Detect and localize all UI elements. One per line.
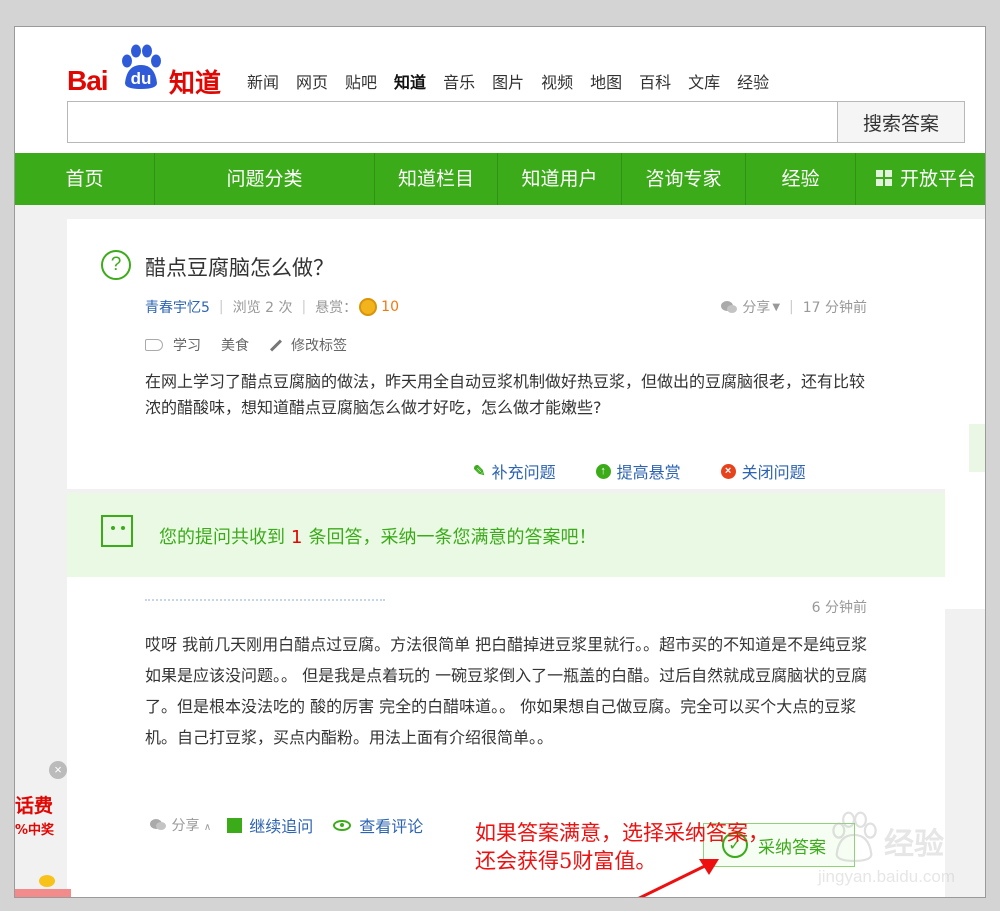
annotation-arrow-icon bbox=[638, 859, 719, 897]
topnav-item-tieba[interactable]: 贴吧 bbox=[345, 69, 377, 93]
view-comments-label: 查看评论 bbox=[359, 817, 424, 836]
tag-food[interactable]: 美食 bbox=[221, 335, 249, 355]
share-button[interactable]: 分享 bbox=[742, 297, 770, 317]
notice-prefix: 您的提问共收到 bbox=[159, 527, 285, 548]
edit-tags-link[interactable]: 修改标签 bbox=[291, 335, 347, 355]
eye-icon bbox=[333, 819, 352, 831]
mainnav-item-experience[interactable]: 经验 bbox=[746, 153, 856, 205]
answer-share-button[interactable]: 分享 ∧ bbox=[149, 815, 211, 835]
search-input[interactable] bbox=[67, 101, 837, 143]
ad-subtitle: %中奖 bbox=[15, 823, 55, 838]
view-comments-button[interactable]: 查看评论 bbox=[333, 813, 423, 837]
question-meta-right: 分享 ▼ | 17 分钟前 bbox=[720, 297, 867, 317]
mainnav-item-columns[interactable]: 知道栏目 bbox=[375, 153, 498, 205]
chevron-up-icon: ∧ bbox=[203, 822, 212, 833]
raise-reward-button[interactable]: ↑ 提高悬赏 bbox=[595, 459, 681, 483]
question-card: ? 醋点豆腐脑怎么做？ 青春宇忆5 | 浏览 2 次 | 悬赏： 10 分享 ▼… bbox=[67, 219, 945, 489]
topnav-item-music[interactable]: 音乐 bbox=[443, 69, 475, 93]
share-dropdown-icon[interactable]: ▼ bbox=[772, 302, 780, 313]
logo-du: du bbox=[130, 69, 152, 88]
supplement-question-label: 补充问题 bbox=[491, 463, 556, 482]
topnav-item-web[interactable]: 网页 bbox=[296, 69, 328, 93]
question-time: 17 分钟前 bbox=[802, 300, 867, 316]
right-sidebar-partial bbox=[945, 219, 985, 609]
main-nav: 首页 问题分类 知道栏目 知道用户 咨询专家 经验 开放平台 bbox=[15, 153, 985, 205]
wechat-share-icon bbox=[721, 301, 738, 313]
topnav-item-zhidao[interactable]: 知道 bbox=[394, 69, 426, 93]
edit-icon bbox=[227, 817, 243, 833]
mainnav-item-categories[interactable]: 问题分类 bbox=[155, 153, 375, 205]
ad-title: 话费 bbox=[15, 795, 54, 817]
mainnav-item-open-platform[interactable]: 开放平台 bbox=[856, 153, 985, 205]
question-title: 醋点豆腐脑怎么做？ bbox=[145, 256, 334, 280]
close-icon: × bbox=[720, 463, 736, 479]
wechat-share-icon bbox=[150, 819, 166, 830]
logo-bai: Bai bbox=[67, 65, 109, 96]
ad-coin-icon bbox=[39, 875, 55, 887]
question-body: 在网上学习了醋点豆腐脑的做法，昨天用全自动豆浆机制做好热豆浆，但做出的豆腐脑很老… bbox=[145, 372, 866, 417]
topnav-item-news[interactable]: 新闻 bbox=[247, 69, 279, 93]
question-actions: ✎ 补充问题 ↑ 提高悬赏 × 关闭问题 bbox=[473, 459, 846, 483]
annotation-line-1: 如果答案满意，选择采纳答案， bbox=[475, 821, 769, 845]
logo-zhidao: 知道 bbox=[169, 69, 222, 99]
supplement-question-button[interactable]: ✎ 补充问题 bbox=[473, 459, 556, 483]
reward-label: 悬赏： bbox=[315, 300, 358, 316]
question-meta: 青春宇忆5 | 浏览 2 次 | 悬赏： 10 bbox=[145, 297, 399, 317]
answer-actions: 分享 ∧ 继续追问 查看评论 bbox=[149, 813, 443, 837]
watermark-text: 经验 bbox=[884, 827, 944, 862]
notice-suffix: 条回答，采纳一条您满意的答案吧！ bbox=[308, 527, 597, 548]
question-mark-icon: ? bbox=[101, 250, 131, 280]
close-question-button[interactable]: × 关闭问题 bbox=[720, 459, 806, 483]
tag-icon bbox=[145, 339, 163, 351]
topnav-item-images[interactable]: 图片 bbox=[492, 69, 524, 93]
paw-watermark-icon bbox=[832, 811, 877, 863]
meta-separator: | bbox=[789, 299, 794, 315]
browser-viewport: Bai du 知道 新闻 网页 贴吧 知道 音乐 图片 视频 地图 百科 文库 … bbox=[14, 26, 986, 898]
mainnav-item-home[interactable]: 首页 bbox=[15, 153, 155, 205]
arrow-up-icon: ↑ bbox=[595, 463, 611, 479]
answer-notice-banner: 您的提问共收到 1 条回答，采纳一条您满意的答案吧！ bbox=[67, 493, 945, 577]
ad-close-icon[interactable]: × bbox=[49, 761, 67, 779]
follow-up-label: 继续追问 bbox=[249, 817, 314, 836]
topnav-item-wenku[interactable]: 文库 bbox=[688, 69, 720, 93]
meta-separator: | bbox=[301, 299, 307, 315]
answer-count: 1 bbox=[291, 527, 303, 548]
add-icon: ✎ bbox=[473, 462, 486, 480]
site-header: Bai du 知道 新闻 网页 贴吧 知道 音乐 图片 视频 地图 百科 文库 … bbox=[15, 27, 985, 153]
meta-separator: | bbox=[218, 299, 224, 315]
ad-graphic bbox=[15, 889, 71, 897]
topnav-item-map[interactable]: 地图 bbox=[590, 69, 622, 93]
notice-text: 您的提问共收到 1 条回答，采纳一条您满意的答案吧！ bbox=[159, 523, 596, 549]
watermark-url: jingyan.baidu.com bbox=[818, 867, 956, 886]
answerer-info-blurred bbox=[145, 599, 385, 607]
topnav-item-baike[interactable]: 百科 bbox=[639, 69, 671, 93]
topnav-item-jingyan[interactable]: 经验 bbox=[737, 69, 769, 93]
smile-chat-icon bbox=[101, 515, 133, 547]
raise-reward-label: 提高悬赏 bbox=[616, 463, 681, 482]
view-count: 浏览 2 次 bbox=[232, 300, 293, 316]
close-question-label: 关闭问题 bbox=[741, 463, 806, 482]
answer-body: 哎呀 我前几天刚用白醋点过豆腐。方法很简单 把白醋掉进豆浆里就行。。超市买的不知… bbox=[145, 635, 868, 747]
asker-username[interactable]: 青春宇忆5 bbox=[145, 297, 210, 317]
follow-up-button[interactable]: 继续追问 bbox=[227, 813, 313, 837]
baidu-zhidao-logo[interactable]: Bai du 知道 bbox=[67, 43, 227, 99]
open-platform-label: 开放平台 bbox=[900, 168, 977, 190]
sidebar-highlight bbox=[969, 424, 985, 472]
floating-ad[interactable]: × 话费 %中奖 bbox=[15, 761, 71, 897]
reward-value: 10 bbox=[381, 299, 399, 315]
answer-share-label: 分享 bbox=[171, 818, 200, 834]
pencil-icon bbox=[269, 338, 283, 352]
grid-icon bbox=[876, 170, 892, 186]
answer-time: 6 分钟前 bbox=[811, 600, 867, 616]
tag-study[interactable]: 学习 bbox=[173, 335, 201, 355]
tag-row: 学习 美食 修改标签 bbox=[145, 335, 347, 355]
top-nav: 新闻 网页 贴吧 知道 音乐 图片 视频 地图 百科 文库 经验 bbox=[247, 69, 786, 93]
jingyan-watermark: 经验 jingyan.baidu.com bbox=[818, 805, 994, 905]
mainnav-item-experts[interactable]: 咨询专家 bbox=[622, 153, 746, 205]
coin-icon bbox=[359, 298, 378, 316]
search-answer-button[interactable]: 搜索答案 bbox=[837, 101, 965, 143]
topnav-item-video[interactable]: 视频 bbox=[541, 69, 573, 93]
mainnav-item-users[interactable]: 知道用户 bbox=[498, 153, 622, 205]
